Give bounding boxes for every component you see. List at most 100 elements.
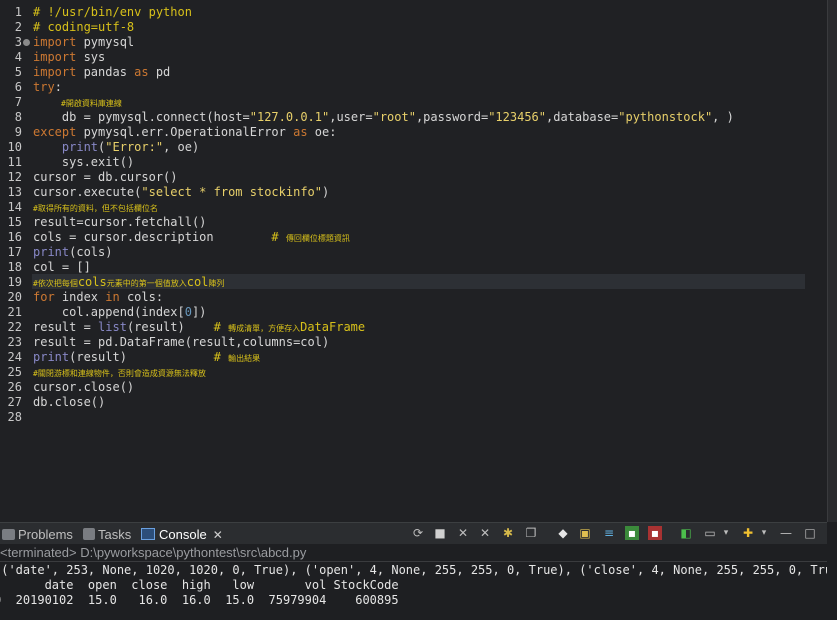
minimize-icon[interactable]: — [779,526,793,540]
code-line-10: print("Error:", oe) [33,140,199,155]
lock-icon[interactable]: ▣ [578,526,592,540]
keyword: in [105,290,120,304]
tab-label: Console [159,527,207,542]
line-number: 16 [7,230,22,244]
code-editor[interactable]: 1 2 3 4 5 6 7 8 9 10 11 12 13 14 15 16 1… [0,0,827,522]
identifier: , oe) [163,140,200,154]
line-number: 21 [7,305,22,319]
remove-all-terminated-icon[interactable]: ✕ [478,526,492,540]
fold-marker-icon[interactable] [23,39,30,46]
code-line-27: db.close() [33,395,105,410]
word-wrap-icon[interactable]: ≡ [602,526,616,540]
builtin: list [98,320,127,334]
clear-console-icon[interactable]: ◆ [556,526,570,540]
code-line-6: try: [33,80,62,95]
line-number: 2 [14,20,22,34]
identifier: ,database= [546,110,619,124]
scroll-lock-icon[interactable]: ⟳ [411,526,425,540]
comment-text: # [213,320,229,334]
code-line-21: col.append(index[0]) [33,305,207,320]
line-number: 13 [7,185,22,199]
code-line-18: col = [] [33,260,91,275]
code-line-8: db = pymysql.connect(host="127.0.0.1",us… [33,110,734,125]
comment-text: #關閉游標和連線物件，否則會造成資源無法釋放 [33,369,206,378]
copy-icon[interactable]: ❐ [524,526,538,540]
tasks-icon [83,528,95,540]
console-output-line: date open close high low vol StockCode [0,578,399,592]
comment-text: cols [77,275,107,289]
line-number: 11 [7,155,22,169]
close-icon[interactable]: ✕ [213,528,223,542]
comment-text: # [271,230,286,244]
code-line-11: sys.exit() [33,155,134,170]
tab-console[interactable]: Console ✕ [141,527,223,543]
console-output[interactable]: (('date', 253, None, 1020, 1020, 0, True… [0,562,827,620]
line-number: 14 [7,200,22,214]
code-line-5: import pandas as pd [33,65,170,80]
code-line-23: result = pd.DataFrame(result,columns=col… [33,335,329,350]
string-literal: "pythonstock" [618,110,713,124]
code-line-2: # coding=utf-8 [33,20,134,35]
problems-icon [2,529,15,540]
chevron-down-icon[interactable]: ▾ [757,526,771,540]
comment-text: # !/usr/bin/env python [33,5,192,19]
comment-text: 傳回欄位標題資訊 [285,234,350,243]
identifier: db = pymysql.connect(host= [33,110,250,124]
line-number: 12 [7,170,22,184]
identifier: pymysql [76,35,135,49]
keyword: import [33,65,77,79]
builtin: print [61,140,99,154]
code-line-1: # !/usr/bin/env python [33,5,192,20]
builtin: print [33,350,70,364]
display-console-icon[interactable]: ▭ [703,526,717,540]
comment-text: 轉成清單，方便存入 [228,324,301,333]
line-number: 17 [7,245,22,259]
comment-text: #依次把每個 [33,279,78,288]
code-line-22: result = list(result) # 轉成清單，方便存入DataFra… [33,320,365,335]
comment-text: #取得所有的資料，但不包括欄位名 [33,204,158,213]
punctuation: ) [322,185,330,199]
show-stdout-icon[interactable]: ▪ [625,526,639,540]
code-line-19[interactable]: #依次把每個cols元素中的第一個值放入col陣列 [33,275,224,290]
line-number: 7 [14,95,22,109]
line-number: 27 [7,395,22,409]
line-number: 1 [14,5,22,19]
console-output-line: 0 20190102 15.0 16.0 16.0 15.0 75979904 … [0,593,399,607]
maximize-icon[interactable]: □ [803,526,817,540]
tab-tasks[interactable]: Tasks [83,527,131,543]
show-stderr-icon[interactable]: ▪ [648,526,662,540]
identifier: cursor = db.cursor() [33,170,178,184]
chevron-down-icon[interactable]: ▾ [719,526,733,540]
line-number: 6 [14,80,22,94]
punctuation: , ) [712,110,734,124]
identifier: ,password= [415,110,489,124]
code-line-24: print(result) # 輸出結果 [33,350,260,365]
identifier: pymysql.err.OperationalError [76,125,294,139]
identifier: cursor.close() [33,380,135,394]
identifier: cursor.execute( [33,185,142,199]
code-line-4: import sys [33,50,105,65]
tab-problems[interactable]: Problems [2,527,73,543]
code-line-20: for index in cols: [33,290,163,305]
tab-label: Problems [18,527,73,542]
new-console-icon[interactable]: ✚ [741,526,755,540]
line-number: 24 [7,350,22,364]
line-number: 26 [7,380,22,394]
identifier: (result) [126,320,214,334]
identifier: (result) [69,350,214,364]
identifier: result = [33,320,99,334]
comment-text: # [213,350,229,364]
comment-text: DataFrame [300,320,366,334]
code-line-3: import pymysql [33,35,134,50]
debug-icon[interactable]: ✱ [501,526,515,540]
keyword: import [33,35,77,49]
terminated-process-label: <terminated> D:\pyworkspace\pythontest\s… [0,544,827,562]
code-line-12: cursor = db.cursor() [33,170,178,185]
code-line-16: cols = cursor.description # 傳回欄位標題資訊 [33,230,350,245]
line-number: 8 [14,110,22,124]
remove-launch-icon[interactable]: ✕ [456,526,470,540]
terminate-icon[interactable]: ■ [433,526,447,540]
console-output-line: (('date', 253, None, 1020, 1020, 0, True… [0,563,827,577]
identifier: cols: [119,290,164,304]
pin-console-icon[interactable]: ◧ [679,526,693,540]
